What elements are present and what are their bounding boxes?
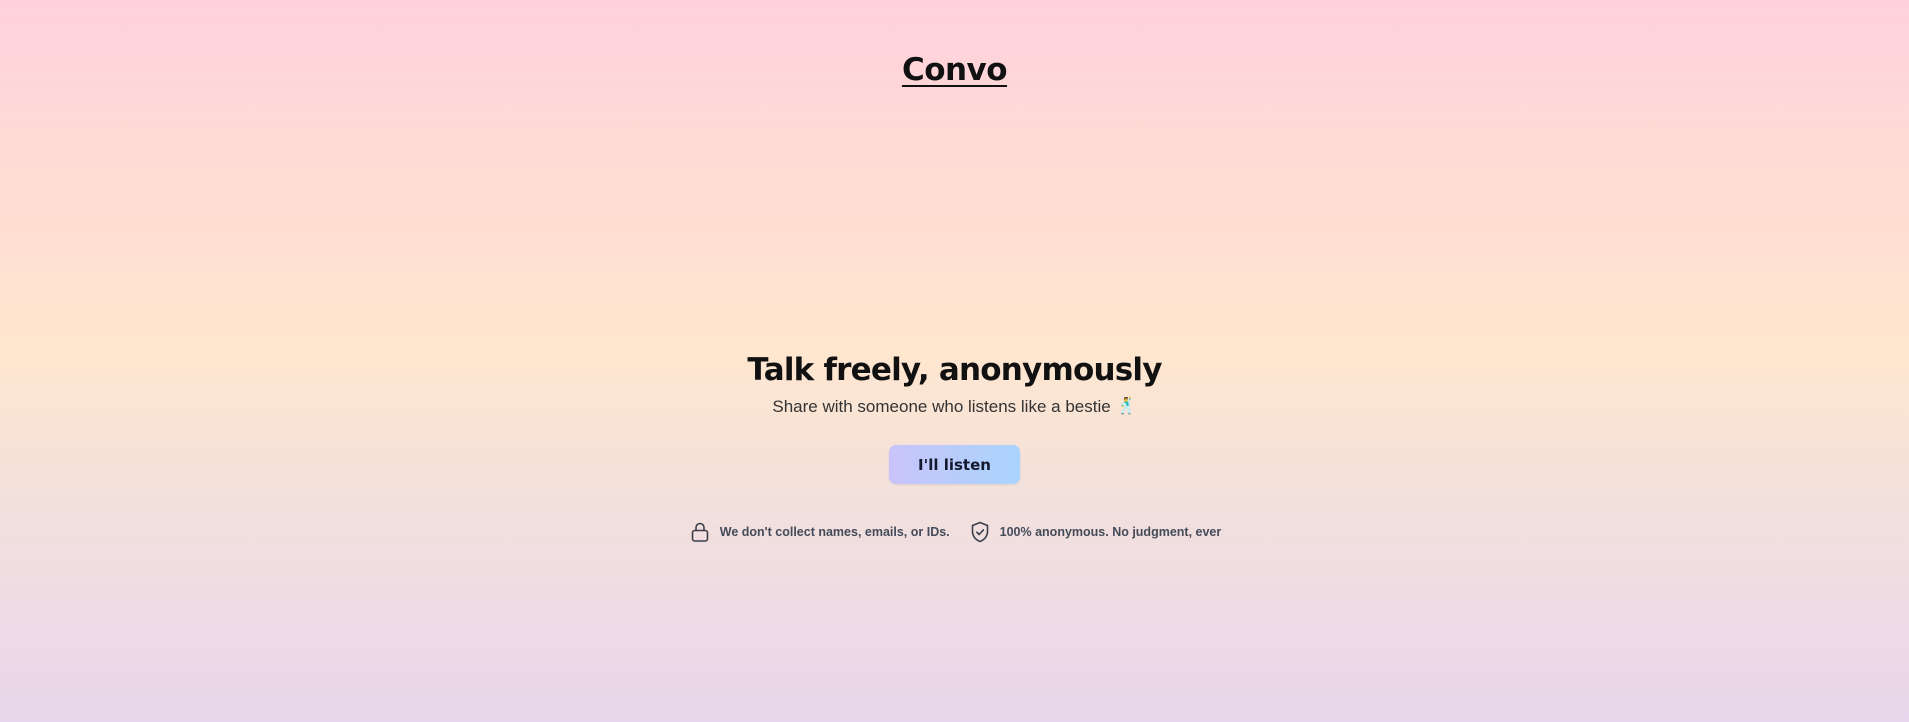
trust-item-privacy: We don't collect names, emails, or IDs. bbox=[688, 520, 950, 544]
brand-logo-link[interactable]: Convo bbox=[902, 52, 1008, 88]
trust-text-anonymous: 100% anonymous. No judgment, ever bbox=[999, 525, 1222, 539]
hero-section: Talk freely, anonymously Share with some… bbox=[0, 350, 1909, 544]
ill-listen-button[interactable]: I'll listen bbox=[889, 445, 1020, 484]
shield-check-icon bbox=[968, 520, 992, 544]
trust-badges: We don't collect names, emails, or IDs. … bbox=[688, 520, 1222, 544]
hero-subtitle-text: Share with someone who listens like a be… bbox=[772, 397, 1111, 416]
trust-item-anonymous: 100% anonymous. No judgment, ever bbox=[968, 520, 1222, 544]
dancer-emoji-icon: 🕺 bbox=[1116, 398, 1137, 415]
site-header: Convo bbox=[0, 52, 1909, 88]
lock-icon bbox=[688, 520, 712, 544]
hero-subtitle: Share with someone who listens like a be… bbox=[772, 394, 1136, 420]
trust-text-privacy: We don't collect names, emails, or IDs. bbox=[719, 525, 950, 539]
hero-title: Talk freely, anonymously bbox=[747, 352, 1162, 388]
